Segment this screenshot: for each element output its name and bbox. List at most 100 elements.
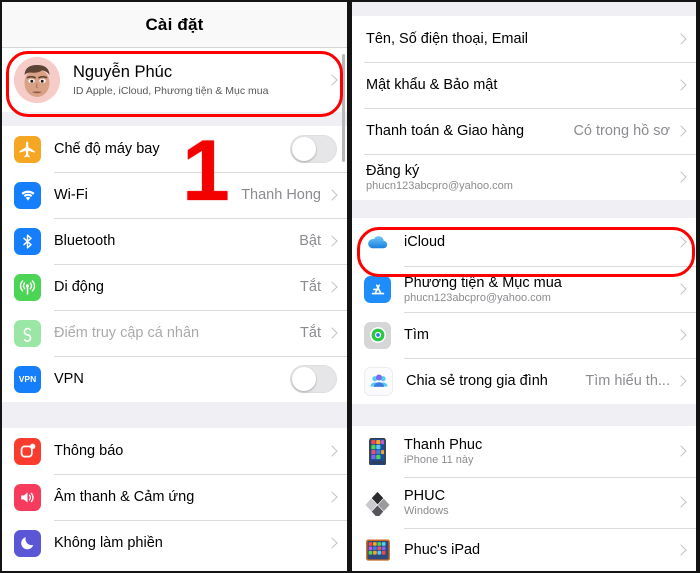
settings-row-label: Phương tiện & Mục mua xyxy=(404,274,562,291)
settings-row-value: Thanh Hong xyxy=(241,187,321,203)
settings-row-media-purchases[interactable]: Phương tiện & Mục mua phucn123abcpro@yah… xyxy=(352,266,696,312)
settings-row-payment-shipping[interactable]: Thanh toán & Giao hàng Có trong hồ sơ xyxy=(352,108,696,154)
settings-row-notifications[interactable]: Thông báo xyxy=(2,428,347,474)
chevron-right-icon xyxy=(677,78,686,93)
profile-subtitle: ID Apple, iCloud, Phương tiện & Mục mua xyxy=(73,85,269,97)
group-separator xyxy=(352,404,696,426)
chevron-right-icon xyxy=(328,188,337,203)
settings-row-value: Tắt xyxy=(300,279,321,295)
settings-row-sublabel: phucn123abcpro@yahoo.com xyxy=(404,291,551,304)
screenshot-stage: Cài đặt Nguyễn Phúc ID Apple, iCloud, Ph… xyxy=(0,0,700,573)
hotspot-icon xyxy=(14,319,41,347)
settings-panel-left: Cài đặt Nguyễn Phúc ID Apple, iCloud, Ph… xyxy=(0,0,349,573)
settings-row-value: Bật xyxy=(299,233,321,249)
settings-row-label: Không làm phiền xyxy=(54,535,163,551)
vpn-toggle[interactable] xyxy=(290,365,337,393)
chevron-right-icon xyxy=(677,374,686,389)
settings-row-bluetooth[interactable]: Bluetooth Bật xyxy=(2,218,347,264)
chevron-right-icon xyxy=(328,536,337,551)
settings-row-label: Tên, Số điện thoại, Email xyxy=(366,31,529,47)
memoji-avatar xyxy=(14,57,60,103)
devices-group: Thanh Phuc iPhone 11 này PHUC Windows Ph… xyxy=(352,426,696,571)
device-row-ipad[interactable]: Phuc's iPad xyxy=(352,528,696,571)
group-separator xyxy=(2,402,347,428)
settings-row-label: Thanh toán & Giao hàng xyxy=(366,123,525,139)
windows-device-icon xyxy=(364,489,391,516)
settings-row-find-my[interactable]: Tìm xyxy=(352,312,696,358)
settings-row-vpn[interactable]: VPN VPN xyxy=(2,356,347,402)
chevron-right-icon xyxy=(677,124,686,139)
settings-row-personal-hotspot[interactable]: Điểm truy cập cá nhân Tắt xyxy=(2,310,347,356)
settings-row-subscriptions[interactable]: Đăng ký phucn123abcpro@yahoo.com xyxy=(352,154,696,200)
settings-row-airplane-mode[interactable]: Chế độ máy bay xyxy=(2,126,347,172)
settings-row-label: Âm thanh & Cảm ứng xyxy=(54,489,195,505)
connectivity-group: Chế độ máy bay Wi-Fi Thanh Hong Bluetoot… xyxy=(2,126,347,402)
device-sublabel: iPhone 11 này xyxy=(404,454,474,466)
toggle-knob xyxy=(292,367,316,391)
chevron-right-icon xyxy=(328,73,337,88)
settings-row-cellular[interactable]: Di động Tắt xyxy=(2,264,347,310)
settings-row-label: Bluetooth xyxy=(54,233,116,249)
apple-id-profile-row[interactable]: Nguyễn Phúc ID Apple, iCloud, Phương tiệ… xyxy=(2,48,347,112)
toggle-knob xyxy=(292,137,316,161)
cellular-icon xyxy=(14,273,41,301)
settings-row-label: Thông báo xyxy=(54,443,124,459)
settings-row-name-phone-email[interactable]: Tên, Số điện thoại, Email xyxy=(352,16,696,62)
settings-row-label: Chia sẻ trong gia đình xyxy=(406,373,548,389)
settings-row-label: Wi-Fi xyxy=(54,187,88,203)
group-separator xyxy=(2,112,347,126)
app-store-icon xyxy=(364,275,391,303)
chevron-right-icon xyxy=(677,444,686,459)
device-row-windows[interactable]: PHUC Windows xyxy=(352,477,696,528)
airplane-icon xyxy=(14,135,41,163)
iphone-device-icon xyxy=(364,438,391,465)
settings-row-label: Tìm xyxy=(404,327,429,343)
group-separator xyxy=(352,200,696,218)
family-sharing-icon xyxy=(364,366,393,396)
chevron-right-icon xyxy=(328,280,337,295)
profile-text: Nguyễn Phúc ID Apple, iCloud, Phương tiệ… xyxy=(73,63,321,97)
chevron-right-icon xyxy=(328,234,337,249)
settings-row-do-not-disturb[interactable]: Không làm phiền xyxy=(2,520,347,566)
icloud-icon xyxy=(364,228,391,256)
settings-row-icloud[interactable]: iCloud xyxy=(352,218,696,266)
settings-row-label: Điểm truy cập cá nhân xyxy=(54,325,200,341)
profile-name: Nguyễn Phúc xyxy=(73,63,173,81)
settings-row-value: Có trong hồ sơ xyxy=(573,123,670,139)
settings-row-label: Mật khẩu & Bảo mật xyxy=(366,77,498,93)
scrollbar-thumb[interactable] xyxy=(342,54,345,162)
bluetooth-icon xyxy=(14,227,41,255)
settings-row-label: iCloud xyxy=(404,234,446,250)
settings-row-label: Đăng ký xyxy=(366,162,420,179)
panel-top-gap xyxy=(352,2,696,16)
settings-row-wifi[interactable]: Wi-Fi Thanh Hong xyxy=(2,172,347,218)
account-info-group: Tên, Số điện thoại, Email Mật khẩu & Bảo… xyxy=(352,16,696,200)
settings-row-sublabel: phucn123abcpro@yahoo.com xyxy=(366,179,513,192)
chevron-right-icon xyxy=(328,444,337,459)
airplane-mode-toggle[interactable] xyxy=(290,135,337,163)
settings-row-password-security[interactable]: Mật khẩu & Bảo mật xyxy=(352,62,696,108)
settings-row-label: Di động xyxy=(54,279,104,295)
device-name: Thanh Phuc xyxy=(404,437,483,453)
settings-row-sounds-haptics[interactable]: Âm thanh & Cảm ứng xyxy=(2,474,347,520)
settings-row-family-sharing[interactable]: Chia sẻ trong gia đình Tìm hiểu th... xyxy=(352,358,696,404)
nav-header-settings: Cài đặt xyxy=(2,2,347,48)
chevron-right-icon xyxy=(677,328,686,343)
notifications-group: Thông báo Âm thanh & Cảm ứng Không làm p… xyxy=(2,428,347,566)
do-not-disturb-icon xyxy=(14,529,41,557)
chevron-right-icon xyxy=(677,543,686,558)
vpn-icon: VPN xyxy=(14,365,41,393)
device-row-iphone[interactable]: Thanh Phuc iPhone 11 này xyxy=(352,426,696,477)
chevron-right-icon xyxy=(677,170,686,185)
icloud-services-group: iCloud Phương tiện & Mục mua phucn123abc… xyxy=(352,218,696,404)
sounds-icon xyxy=(14,483,41,511)
settings-row-label: VPN xyxy=(54,371,84,387)
page-title: Cài đặt xyxy=(145,14,204,34)
chevron-right-icon xyxy=(328,490,337,505)
device-name: PHUC xyxy=(404,488,446,504)
device-sublabel: Windows xyxy=(404,505,449,517)
settings-row-value: Tắt xyxy=(300,325,321,341)
device-name: Phuc's iPad xyxy=(404,542,481,558)
chevron-right-icon xyxy=(677,235,686,250)
chevron-right-icon xyxy=(677,32,686,47)
